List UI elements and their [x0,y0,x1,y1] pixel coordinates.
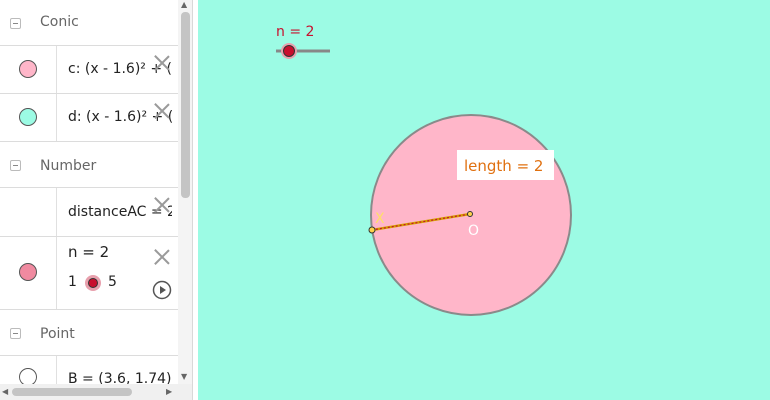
delete-icon[interactable] [153,102,171,120]
visibility-toggle-marble[interactable] [19,108,37,126]
graphics-view[interactable]: n = 2 X O length = 2 [198,0,770,400]
algebra-item-slider-n[interactable]: n = 2 1 5 [0,237,178,310]
scroll-up-icon[interactable]: ▲ [181,0,187,9]
length-label[interactable]: length = 2 [464,157,543,175]
collapse-icon[interactable] [10,328,21,339]
group-header-conic[interactable]: Conic [0,0,178,46]
delete-icon[interactable] [153,54,171,72]
slider-min: 1 [68,274,77,290]
canvas-slider-label[interactable]: n = 2 [276,24,314,40]
algebra-vertical-scrollbar[interactable]: ▲ ▼ [178,0,192,400]
scrollbar-thumb[interactable] [12,388,132,396]
slider-n-label[interactable]: n = 2 [68,243,109,261]
collapse-icon[interactable] [10,160,21,171]
point-a[interactable] [368,226,376,234]
slider-thumb[interactable] [88,278,98,288]
scroll-right-icon[interactable]: ▶ [166,387,172,396]
scrollbar-thumb[interactable] [181,12,190,198]
marble-column [0,188,57,236]
point-a-label: X [375,211,385,227]
graphics-canvas[interactable]: n = 2 X O length = 2 [198,0,770,400]
group-header-number[interactable]: Number [0,142,178,188]
scroll-left-icon[interactable]: ◀ [2,387,8,396]
algebra-horizontal-scrollbar[interactable]: ◀ ▶ [0,384,192,400]
algebra-item-conic-d[interactable]: d: (x - 1.6)² + (y - 0.95)² = 4 [0,94,178,142]
visibility-toggle-marble[interactable] [19,263,37,281]
group-label: Number [40,158,97,174]
group-label: Point [40,326,75,342]
group-header-point[interactable]: Point [0,310,178,356]
point-c[interactable] [467,211,473,217]
scroll-down-icon[interactable]: ▼ [181,372,187,381]
algebra-item-conic-c[interactable]: c: (x - 1.6)² + (y - 0.95)² = 4 [0,46,178,94]
algebra-item-distance[interactable]: distanceAC = 2 [0,188,178,237]
slider-max: 5 [108,274,117,290]
play-icon[interactable] [152,280,172,300]
collapse-icon[interactable] [10,18,21,29]
algebra-view: Conic c: (x - 1.6)² + (y - 0.95)² = 4 d:… [0,0,179,400]
visibility-toggle-marble[interactable] [19,60,37,78]
canvas-slider-thumb[interactable] [283,45,295,57]
point-c-label: O [468,223,479,239]
group-label: Conic [40,14,79,30]
delete-icon[interactable] [153,248,171,266]
delete-icon[interactable] [153,196,171,214]
